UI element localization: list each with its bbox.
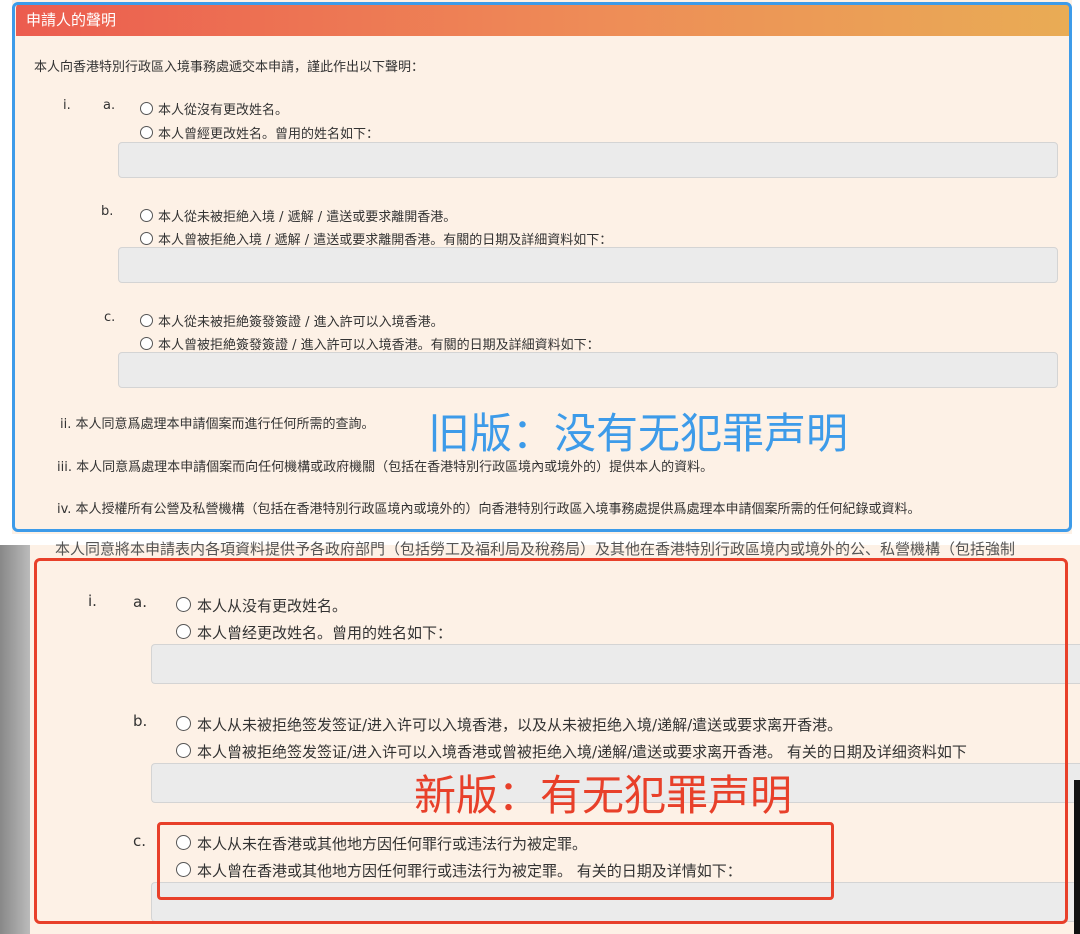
old-b-marker: b. — [101, 204, 114, 219]
old-b-option-1[interactable]: 本人從未被拒絶入境 / 遞解 / 遣送或要求離開香港。 — [140, 206, 456, 225]
old-item-iv: iv. 本人授權所有公營及私營機構（包括在香港特別行政區境內或境外的）向香港特別… — [57, 502, 921, 517]
old-item-ii: ii. 本人同意爲處理本申請個案而進行任何所需的查詢。 — [60, 417, 375, 432]
radio-icon[interactable] — [140, 232, 153, 245]
old-c-option-1[interactable]: 本人從未被拒絶簽發簽證 / 進入許可以入境香港。 — [140, 311, 444, 330]
radio-icon[interactable] — [140, 102, 153, 115]
old-intro-text: 本人向香港特別行政區入境事務處遞交本申請，謹此作出以下聲明： — [34, 60, 425, 75]
radio-icon[interactable] — [140, 337, 153, 350]
old-c-details-input[interactable] — [118, 352, 1058, 388]
old-b-option-2[interactable]: 本人曾被拒絶入境 / 遞解 / 遣送或要求離開香港。有關的日期及詳細資料如下： — [140, 229, 612, 248]
old-c-marker: c. — [104, 310, 116, 325]
criminal-declaration-highlight-frame — [157, 822, 834, 900]
new-cut-off-text: 本人同意將本申請表内各項資料提供予各政府部門（包括勞工及福利局及稅務局）及其他在… — [55, 540, 1016, 556]
old-a-marker: a. — [103, 98, 116, 113]
window-edge-right — [1074, 780, 1080, 934]
old-version-annotation: 旧版：没有无犯罪声明 — [428, 409, 849, 458]
old-former-name-input[interactable] — [118, 142, 1058, 178]
radio-icon[interactable] — [140, 314, 153, 327]
window-edge — [0, 545, 30, 934]
old-a-option-2[interactable]: 本人曾經更改姓名。曾用的姓名如下： — [140, 123, 379, 142]
radio-icon[interactable] — [140, 209, 153, 222]
old-c-option-2[interactable]: 本人曾被拒絶簽發簽證 / 進入許可以入境香港。有關的日期及詳細資料如下： — [140, 334, 600, 353]
radio-icon[interactable] — [140, 126, 153, 139]
old-b-details-input[interactable] — [118, 247, 1058, 283]
old-item-i-label: i. — [63, 98, 71, 113]
declaration-header: 申請人的聲明 — [16, 4, 1070, 36]
old-a-option-1[interactable]: 本人從沒有更改姓名。 — [140, 99, 288, 118]
